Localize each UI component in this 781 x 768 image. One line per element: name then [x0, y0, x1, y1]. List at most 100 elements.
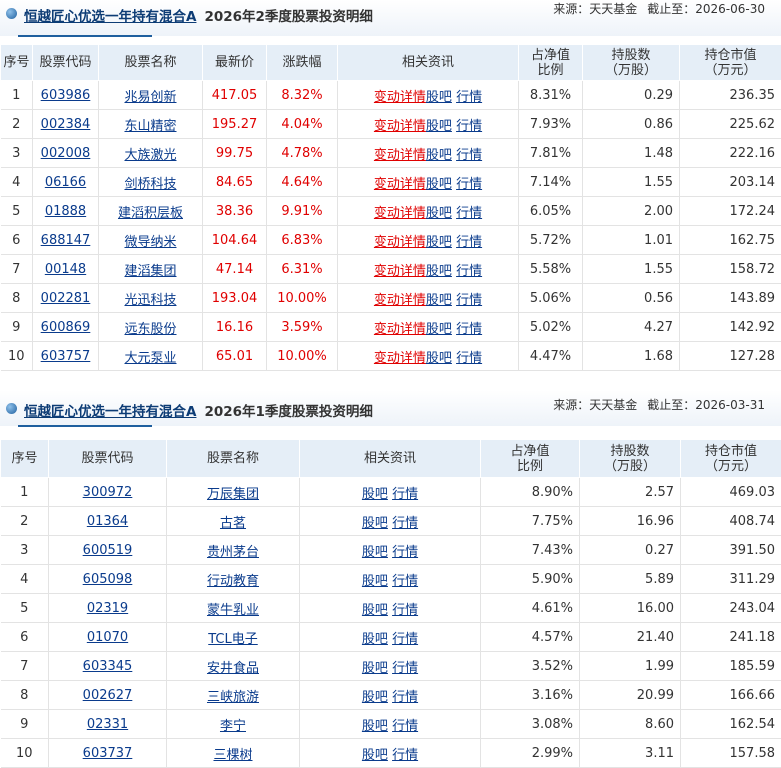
stock-code-link[interactable]: 603737	[83, 746, 133, 761]
quote-link[interactable]: 行情	[456, 148, 482, 163]
stock-code-link[interactable]: 688147	[41, 233, 91, 248]
quote-link[interactable]: 行情	[456, 322, 482, 337]
quote-link[interactable]: 行情	[392, 748, 418, 763]
stock-code-link[interactable]: 06166	[45, 175, 86, 190]
change-detail-link[interactable]: 变动详情	[374, 90, 426, 105]
guba-link[interactable]: 股吧	[426, 351, 452, 366]
stock-name-link[interactable]: 东山精密	[124, 119, 176, 134]
quote-link[interactable]: 行情	[456, 119, 482, 134]
change-detail-link[interactable]: 变动详情	[374, 148, 426, 163]
guba-link[interactable]: 股吧	[362, 748, 388, 763]
guba-link[interactable]: 股吧	[362, 516, 388, 531]
stock-code-link[interactable]: 605098	[83, 572, 133, 587]
stock-code-link[interactable]: 600869	[41, 320, 91, 335]
stock-name-link[interactable]: 建滔集团	[124, 264, 176, 279]
stock-code-link[interactable]: 02319	[87, 601, 128, 616]
stock-name-link[interactable]: 安井食品	[207, 661, 259, 676]
guba-link[interactable]: 股吧	[362, 719, 388, 734]
guba-link[interactable]: 股吧	[362, 603, 388, 618]
net-value-percent: 3.08%	[481, 710, 580, 739]
stock-code-link[interactable]: 01070	[87, 630, 128, 645]
guba-link[interactable]: 股吧	[426, 206, 452, 221]
stock-code-link[interactable]: 002281	[41, 291, 91, 306]
quote-link[interactable]: 行情	[392, 487, 418, 502]
guba-link[interactable]: 股吧	[362, 545, 388, 560]
change-detail-link[interactable]: 变动详情	[374, 119, 426, 134]
quote-link[interactable]: 行情	[392, 603, 418, 618]
stock-code-link[interactable]: 002384	[41, 117, 91, 132]
guba-link[interactable]: 股吧	[426, 90, 452, 105]
guba-link[interactable]: 股吧	[362, 690, 388, 705]
stock-code-link[interactable]: 002008	[41, 146, 91, 161]
stock-code-link[interactable]: 603757	[41, 349, 91, 364]
stock-name-link[interactable]: 建滔积层板	[118, 206, 183, 221]
stock-code-link[interactable]: 600519	[83, 543, 133, 558]
stock-code-link[interactable]: 01888	[45, 204, 86, 219]
news-cell: 变动详情股吧 行情	[338, 110, 519, 139]
stock-name-cell: 大元泵业	[99, 342, 203, 371]
change-detail-link[interactable]: 变动详情	[374, 177, 426, 192]
guba-link[interactable]: 股吧	[362, 574, 388, 589]
stock-code-link[interactable]: 300972	[83, 485, 133, 500]
change-detail-link[interactable]: 变动详情	[374, 293, 426, 308]
stock-name-link[interactable]: 三峡旅游	[207, 690, 259, 705]
stock-name-link[interactable]: 行动教育	[207, 574, 259, 589]
stock-name-link[interactable]: 三棵树	[213, 748, 252, 763]
stock-name-link[interactable]: 大元泵业	[124, 351, 176, 366]
quote-link[interactable]: 行情	[456, 177, 482, 192]
quote-link[interactable]: 行情	[392, 661, 418, 676]
stock-code-link[interactable]: 603986	[41, 88, 91, 103]
stock-code-link[interactable]: 00148	[45, 262, 86, 277]
guba-link[interactable]: 股吧	[362, 487, 388, 502]
quote-link[interactable]: 行情	[392, 574, 418, 589]
stock-code-link[interactable]: 603345	[83, 659, 133, 674]
stock-code-link[interactable]: 02331	[87, 717, 128, 732]
guba-link[interactable]: 股吧	[426, 177, 452, 192]
stock-code-link[interactable]: 002627	[83, 688, 133, 703]
quote-link[interactable]: 行情	[456, 90, 482, 105]
stock-name-link[interactable]: 古茗	[220, 516, 246, 531]
stock-name-link[interactable]: 万辰集团	[207, 487, 259, 502]
net-value-percent: 4.47%	[519, 342, 583, 371]
market-value: 127.28	[680, 342, 781, 371]
quote-link[interactable]: 行情	[456, 293, 482, 308]
change-detail-link[interactable]: 变动详情	[374, 322, 426, 337]
stock-name-link[interactable]: 远东股份	[124, 322, 176, 337]
change-detail-link[interactable]: 变动详情	[374, 264, 426, 279]
stock-name-link[interactable]: 贵州茅台	[207, 545, 259, 560]
stock-name-link[interactable]: 光迅科技	[124, 293, 176, 308]
change-detail-link[interactable]: 变动详情	[374, 235, 426, 250]
guba-link[interactable]: 股吧	[362, 661, 388, 676]
guba-link[interactable]: 股吧	[426, 148, 452, 163]
stock-name-link[interactable]: 李宁	[220, 719, 246, 734]
quote-link[interactable]: 行情	[392, 690, 418, 705]
market-value: 222.16	[680, 139, 781, 168]
stock-code-link[interactable]: 01364	[87, 514, 128, 529]
quote-link[interactable]: 行情	[392, 516, 418, 531]
guba-link[interactable]: 股吧	[426, 235, 452, 250]
quote-link[interactable]: 行情	[456, 351, 482, 366]
table-row: 601070TCL电子股吧 行情4.57%21.40241.18	[1, 623, 781, 652]
quote-link[interactable]: 行情	[456, 235, 482, 250]
stock-name-link[interactable]: TCL电子	[208, 632, 258, 647]
stock-name-link[interactable]: 兆易创新	[124, 90, 176, 105]
quote-link[interactable]: 行情	[456, 206, 482, 221]
q2-source: 来源：天天基金	[553, 2, 637, 16]
stock-name-link[interactable]: 大族激光	[124, 148, 176, 163]
quote-link[interactable]: 行情	[392, 545, 418, 560]
change-detail-link[interactable]: 变动详情	[374, 206, 426, 221]
stock-name-link[interactable]: 微导纳米	[124, 235, 176, 250]
change-detail-link[interactable]: 变动详情	[374, 351, 426, 366]
guba-link[interactable]: 股吧	[426, 119, 452, 134]
stock-name-link[interactable]: 蒙牛乳业	[207, 603, 259, 618]
guba-link[interactable]: 股吧	[362, 632, 388, 647]
guba-link[interactable]: 股吧	[426, 293, 452, 308]
q2-fund-link[interactable]: 恒越匠心优选一年持有混合A	[24, 9, 196, 25]
guba-link[interactable]: 股吧	[426, 322, 452, 337]
quote-link[interactable]: 行情	[456, 264, 482, 279]
quote-link[interactable]: 行情	[392, 719, 418, 734]
guba-link[interactable]: 股吧	[426, 264, 452, 279]
q1-fund-link[interactable]: 恒越匠心优选一年持有混合A	[24, 404, 196, 420]
stock-name-link[interactable]: 剑桥科技	[124, 177, 176, 192]
quote-link[interactable]: 行情	[392, 632, 418, 647]
